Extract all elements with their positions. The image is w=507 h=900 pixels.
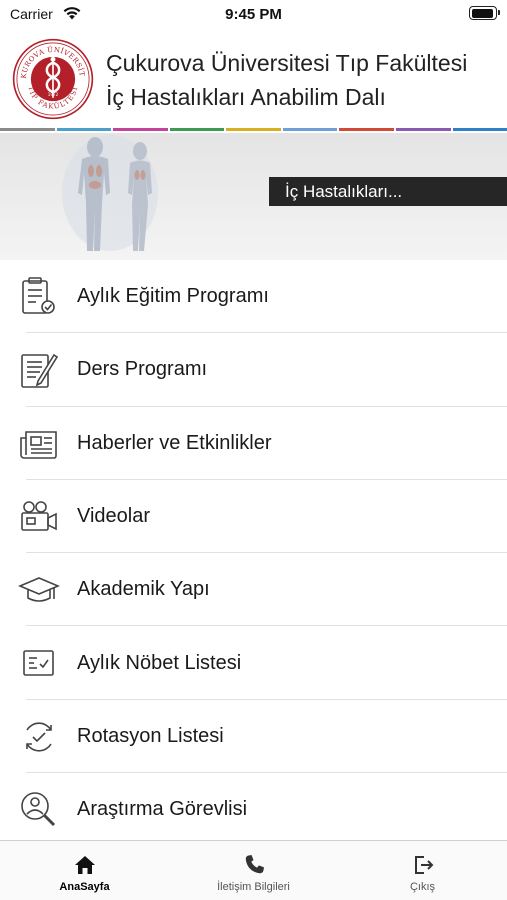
status-bar: Carrier 9:45 PM: [0, 0, 507, 30]
menu-item-label: Aylık Nöbet Listesi: [77, 651, 242, 674]
menu-item-course-schedule[interactable]: Ders Programı: [0, 333, 507, 407]
tab-label: AnaSayfa: [59, 881, 110, 893]
menu-item-academic-staff[interactable]: Akademik Yapı: [0, 553, 507, 627]
banner-title: İç Hastalıkları...: [269, 177, 507, 206]
menu-item-label: Rotasyon Listesi: [77, 724, 224, 747]
app-header: ÇUKUROVA ÜNİVERSİTESİ TIP FAKÜLTESİ 1972…: [0, 30, 507, 130]
menu-item-monthly-duty[interactable]: Aylık Nöbet Listesi: [0, 626, 507, 701]
clipboard-check-icon: [22, 277, 55, 314]
user-search-icon: [21, 792, 56, 827]
logout-icon: [414, 856, 433, 874]
tab-bar: AnaSayfa İletişim Bilgileri Çıkış: [0, 840, 507, 900]
tab-logout[interactable]: Çıkış: [338, 841, 507, 900]
menu-item-news-events[interactable]: Haberler ve Etkinlikler: [0, 407, 507, 481]
menu-item-label: Aylık Eğitim Programı: [77, 285, 269, 308]
divider-segment: [169, 128, 225, 131]
faculty-title: Çukurova Üniversitesi Tıp Fakültesi: [106, 50, 468, 76]
battery-level: [471, 8, 493, 18]
divider-segment: [226, 128, 281, 131]
checklist-icon: [23, 650, 54, 677]
graduation-cap-icon: [18, 577, 60, 602]
department-banner[interactable]: İç Hastalıkları...: [0, 133, 507, 260]
video-camera-icon: [21, 501, 57, 531]
main-menu: Aylık Eğitim Programı Ders Programı Habe…: [0, 260, 507, 846]
battery-icon: [469, 6, 500, 20]
menu-item-label: Haberler ve Etkinlikler: [77, 431, 272, 454]
university-logo: ÇUKUROVA ÜNİVERSİTESİ TIP FAKÜLTESİ 1972: [12, 38, 94, 120]
divider-segment: [282, 128, 338, 131]
divider-segment: [452, 128, 507, 131]
anatomy-illustration: [62, 135, 158, 251]
tab-label: Çıkış: [409, 881, 436, 893]
home-icon: [74, 856, 95, 874]
phone-icon: [245, 855, 264, 874]
divider-segment: [56, 128, 112, 131]
menu-item-research-assistant[interactable]: Araştırma Görevlisi: [0, 773, 507, 846]
menu-item-label: Akademik Yapı: [77, 578, 210, 601]
status-time: 9:45 PM: [225, 6, 282, 23]
logo-year: 1972: [48, 92, 59, 97]
menu-item-label: Ders Programı: [77, 358, 208, 381]
divider-segment: [113, 128, 168, 131]
divider-segment: [395, 128, 451, 131]
menu-item-label: Videolar: [77, 505, 151, 528]
menu-item-label: Araştırma Görevlisi: [77, 798, 248, 821]
tab-home[interactable]: AnaSayfa: [0, 841, 169, 900]
menu-item-monthly-training[interactable]: Aylık Eğitim Programı: [0, 260, 507, 334]
department-title: İç Hastalıkları Anabilim Dalı: [106, 84, 386, 110]
rotation-icon: [26, 722, 52, 752]
menu-item-rotation-list[interactable]: Rotasyon Listesi: [0, 700, 507, 774]
menu-item-videos[interactable]: Videolar: [0, 480, 507, 554]
divider-segment: [0, 128, 55, 131]
document-pen-icon: [21, 354, 59, 389]
divider-segment: [339, 128, 394, 131]
tab-label: İletişim Bilgileri: [217, 881, 290, 893]
tab-contact-info[interactable]: İletişim Bilgileri: [169, 841, 338, 900]
newspaper-icon: [20, 430, 57, 459]
